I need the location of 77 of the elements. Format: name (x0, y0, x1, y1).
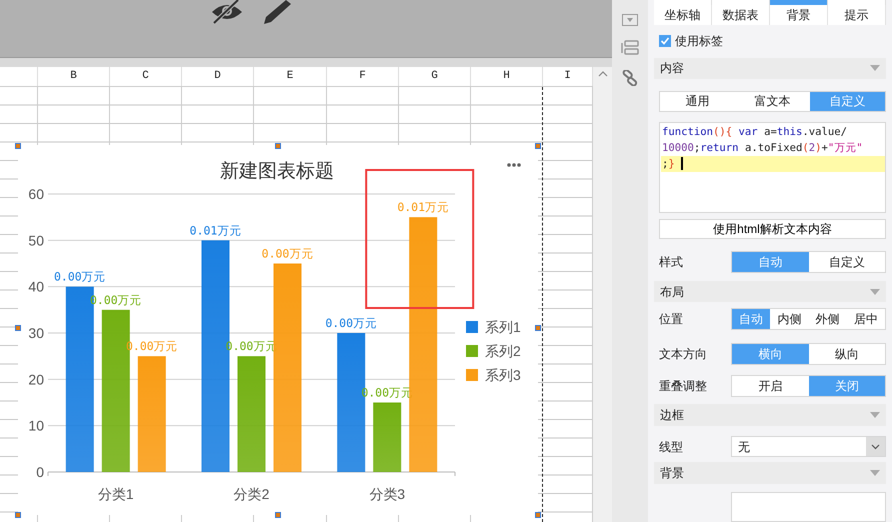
caret-icon[interactable] (870, 65, 880, 72)
chart-title: 新建图表标题 (220, 161, 334, 182)
axis-tick-label: 60 (28, 186, 44, 202)
section-title: 边框 (660, 407, 684, 424)
legend-label: 系列1 (485, 319, 521, 335)
data-label: 0.00万元 (262, 246, 314, 260)
field-label: 线型 (659, 438, 684, 456)
axis-tick-label: 10 (28, 418, 44, 434)
section-header[interactable]: 背景 (654, 462, 886, 484)
axis-tick-label: 40 (28, 278, 44, 295)
resize-handle[interactable] (275, 143, 281, 149)
resize-handle[interactable] (275, 512, 281, 518)
axis-tick-label: 50 (28, 232, 44, 248)
column-header[interactable]: C (110, 67, 182, 86)
tab[interactable] (770, 0, 828, 6)
resize-handle[interactable] (15, 325, 21, 331)
section-title: 布局 (660, 284, 684, 300)
caret-icon[interactable] (870, 470, 880, 476)
legend-swatch (466, 321, 478, 333)
field-label: 重叠调整 (659, 378, 708, 396)
legend-label: 系列2 (485, 343, 521, 359)
tab[interactable]: 坐标轴 (654, 5, 712, 25)
axis-tick-label: 0 (36, 464, 44, 480)
category-label: 分类1 (98, 486, 134, 502)
column-header[interactable]: D (182, 67, 254, 86)
code-line: 10000;return a.toFixed(2)+"万元" (661, 140, 864, 156)
parse-html-button[interactable]: 使用html解析文本内容 (659, 218, 886, 239)
caret-icon[interactable] (870, 288, 880, 294)
column-header[interactable]: B (38, 67, 110, 86)
column-header[interactable]: E (254, 67, 327, 86)
resize-handle[interactable] (15, 512, 21, 518)
category-label: 分类3 (369, 486, 406, 502)
checkbox[interactable] (659, 34, 671, 47)
hidden-eye-icon[interactable] (210, 0, 244, 24)
bar (373, 402, 402, 472)
data-label: 0.00万元 (325, 316, 378, 330)
section-title: 背景 (660, 465, 684, 482)
axis-tick-label: 20 (28, 371, 44, 388)
tab[interactable]: 数据表 (712, 5, 770, 25)
section-header[interactable]: 布局 (654, 280, 886, 302)
select-field[interactable] (731, 492, 886, 522)
code-line: function(){ var a=this.value/ (661, 124, 848, 140)
data-label: 0.01万元 (190, 223, 242, 238)
layout-icon[interactable] (621, 40, 639, 56)
field-label: 位置 (659, 311, 684, 328)
resize-handle[interactable] (535, 325, 541, 331)
resize-handle[interactable] (535, 143, 541, 149)
column-header[interactable]: G (399, 67, 471, 86)
legend-label: 系列3 (485, 367, 521, 383)
axis-tick-label: 30 (28, 325, 44, 341)
link-icon[interactable] (622, 70, 638, 86)
text-cursor (680, 157, 683, 170)
section-header[interactable]: 内容 (654, 58, 886, 80)
data-label: 0.01万元 (397, 200, 450, 214)
code-editor[interactable]: function(){ var a=this.value/ 10000;return a.toFixed(2)+"万元" ;} (659, 122, 886, 213)
select-field[interactable]: 无 (731, 436, 886, 458)
scroll-up-icon[interactable] (598, 71, 608, 77)
resize-handle[interactable] (15, 143, 21, 149)
legend-swatch (466, 345, 478, 357)
checkbox-label: 使用标签 (675, 32, 723, 50)
category-label: 分类2 (234, 486, 270, 502)
field-label: 文本方向 (659, 346, 708, 364)
field-label: 样式 (659, 254, 684, 271)
section-header[interactable]: 边框 (654, 404, 886, 426)
legend-swatch (466, 369, 478, 381)
column-header[interactable]: F (327, 67, 399, 86)
caret-icon[interactable] (870, 412, 880, 418)
chevron-down-icon[interactable] (871, 444, 880, 450)
tab[interactable]: 提示 (828, 5, 886, 25)
resize-handle[interactable] (535, 512, 541, 518)
data-label: 0.00万元 (54, 270, 106, 284)
dropdown-box-icon[interactable] (622, 14, 638, 26)
column-header[interactable]: H (471, 67, 543, 86)
section-title: 内容 (660, 60, 684, 78)
tab[interactable]: 背景 (770, 5, 828, 25)
pencil-icon[interactable] (262, 0, 292, 24)
more-options-icon[interactable] (507, 163, 521, 167)
